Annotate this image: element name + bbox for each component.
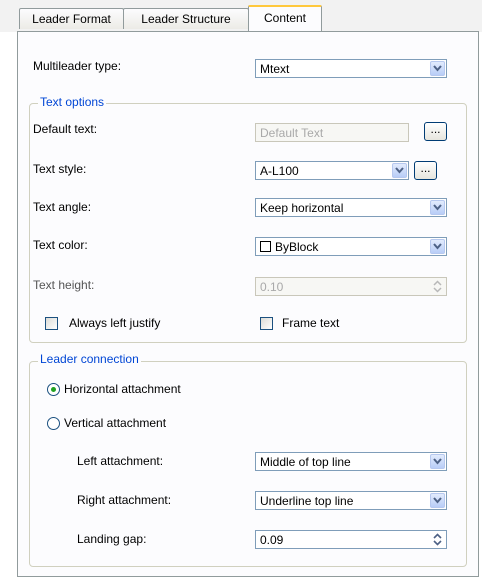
- text-style-label: Text style:: [33, 162, 87, 176]
- chevron-down-icon[interactable]: [430, 200, 445, 215]
- text-angle-label: Text angle:: [33, 200, 92, 214]
- chevron-down-icon[interactable]: [430, 61, 445, 76]
- landing-gap-input[interactable]: 0.09: [255, 530, 447, 549]
- spinner-arrows-icon[interactable]: [430, 532, 445, 547]
- text-height-label: Text height:: [33, 278, 95, 292]
- always-left-justify-label: Always left justify: [69, 316, 161, 330]
- chevron-down-icon[interactable]: [392, 163, 407, 178]
- right-attachment-select[interactable]: Underline top line: [255, 491, 447, 510]
- spinner-arrows-icon[interactable]: [430, 279, 445, 294]
- text-style-browse-button[interactable]: ...: [414, 161, 437, 180]
- horizontal-attachment-label: Horizontal attachment: [64, 382, 181, 396]
- leader-connection-title: Leader connection: [38, 352, 141, 366]
- text-options-title: Text options: [38, 95, 107, 109]
- text-color-select[interactable]: ByBlock: [255, 237, 447, 256]
- vertical-attachment-radio[interactable]: [47, 417, 60, 430]
- default-text-label: Default text:: [33, 122, 98, 136]
- left-attachment-label: Left attachment:: [77, 454, 164, 468]
- default-text-browse-button[interactable]: ...: [424, 122, 447, 141]
- frame-text-checkbox[interactable]: [260, 317, 273, 330]
- landing-gap-label: Landing gap:: [77, 532, 147, 546]
- chevron-down-icon[interactable]: [430, 454, 445, 469]
- multileader-type-select[interactable]: Mtext: [255, 59, 447, 78]
- tab-leader-structure[interactable]: Leader Structure: [123, 8, 249, 29]
- radio-selected-dot: [51, 387, 56, 392]
- chevron-down-icon[interactable]: [430, 239, 445, 254]
- chevron-down-icon[interactable]: [430, 493, 445, 508]
- vertical-attachment-label: Vertical attachment: [64, 416, 167, 430]
- multileader-type-label: Multileader type:: [33, 59, 122, 73]
- text-style-select[interactable]: A-L100: [255, 161, 409, 180]
- text-height-input[interactable]: 0.10: [255, 277, 447, 296]
- tab-leader-format[interactable]: Leader Format: [19, 8, 124, 29]
- default-text-input[interactable]: Default Text: [255, 123, 409, 142]
- right-attachment-label: Right attachment:: [77, 493, 172, 507]
- text-color-label: Text color:: [33, 238, 88, 252]
- text-angle-select[interactable]: Keep horizontal: [255, 198, 447, 217]
- tab-strip: Leader Format Leader Structure Content: [0, 0, 482, 32]
- horizontal-attachment-radio[interactable]: [47, 383, 60, 396]
- always-left-justify-checkbox[interactable]: [45, 317, 58, 330]
- left-attachment-select[interactable]: Middle of top line: [255, 452, 447, 471]
- tab-content[interactable]: Content: [248, 5, 322, 31]
- color-swatch-icon: [260, 241, 271, 252]
- content-panel: Multileader type: Mtext Text options Def…: [17, 31, 479, 577]
- frame-text-label: Frame text: [282, 316, 340, 330]
